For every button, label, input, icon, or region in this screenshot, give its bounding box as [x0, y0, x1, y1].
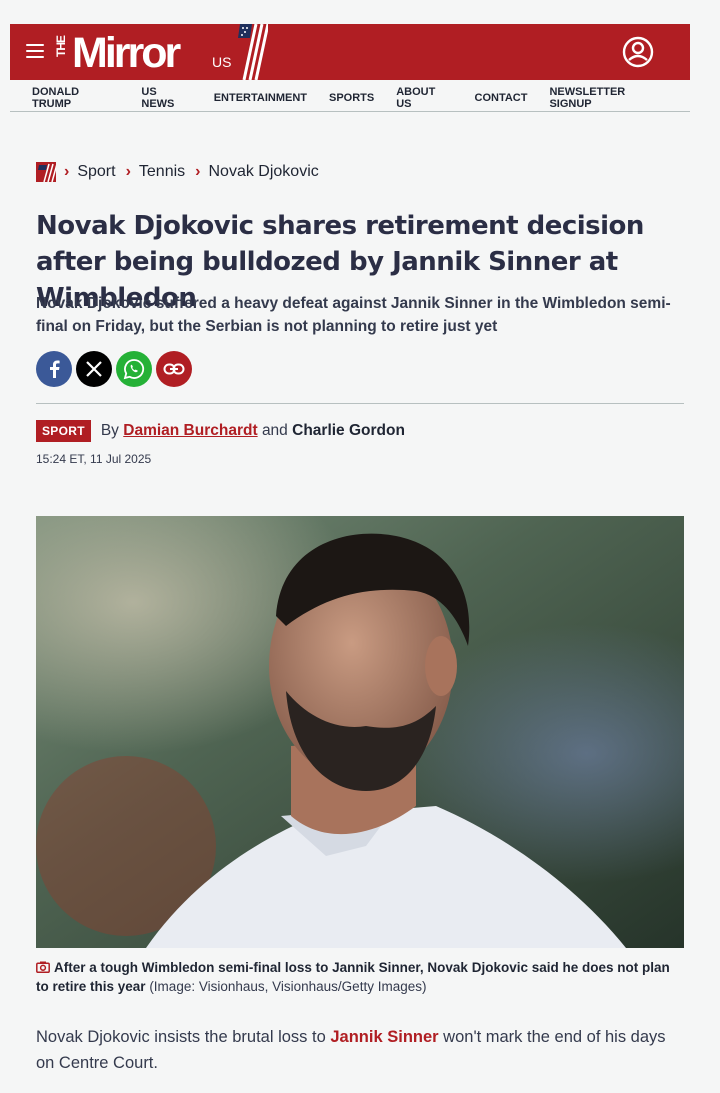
article-paragraph: Novak Djokovic insists the brutal loss t…	[36, 1024, 684, 1076]
link-icon	[163, 363, 185, 375]
paragraph-text-before: Novak Djokovic insists the brutal loss t…	[36, 1028, 326, 1046]
nav-item-sports[interactable]: SPORTS	[329, 92, 374, 104]
share-copy-link-button[interactable]	[156, 351, 192, 387]
masthead: THE Mirror US	[10, 24, 690, 80]
nav-item-donald-trump[interactable]: DONALD TRUMP	[32, 86, 119, 110]
hero-caption: After a tough Wimbledon semi-final loss …	[36, 958, 684, 996]
article-timestamp: 15:24 ET, 11 Jul 2025	[36, 452, 152, 466]
byline-divider	[36, 403, 684, 404]
breadcrumb-tennis[interactable]: Tennis	[139, 163, 185, 181]
share-whatsapp-button[interactable]	[116, 351, 152, 387]
logo-wordmark: Mirror	[72, 29, 181, 77]
mirror-home-icon[interactable]	[36, 162, 56, 182]
chevron-right-icon: ›	[195, 163, 201, 180]
share-bar	[36, 351, 196, 387]
facebook-icon	[50, 360, 60, 378]
breadcrumb-sport[interactable]: Sport	[77, 163, 115, 181]
nav-item-contact[interactable]: CONTACT	[475, 92, 528, 104]
hamburger-icon[interactable]	[26, 44, 44, 58]
nav-item-entertainment[interactable]: ENTERTAINMENT	[214, 92, 307, 104]
nav-item-newsletter-signup[interactable]: NEWSLETTER SIGNUP	[549, 86, 668, 110]
article-standfirst: Novak Djokovic suffered a heavy defeat a…	[36, 295, 671, 335]
top-navigation: DONALD TRUMP US NEWS ENTERTAINMENT SPORT…	[10, 84, 690, 112]
hero-photo-djokovic	[36, 516, 684, 948]
x-icon	[86, 361, 102, 377]
byline: SPORT By Damian Burchardt and Charlie Go…	[36, 420, 405, 442]
share-x-button[interactable]	[76, 351, 112, 387]
chevron-right-icon: ›	[125, 163, 131, 180]
logo-the: THE	[54, 36, 68, 57]
byline-and: and	[261, 422, 288, 439]
nav-item-us-news[interactable]: US NEWS	[141, 86, 191, 110]
author-link-damian-burchardt[interactable]: Damian Burchardt	[123, 422, 257, 440]
author-charlie-gordon: Charlie Gordon	[292, 422, 405, 439]
user-account-icon[interactable]	[622, 36, 654, 68]
link-jannik-sinner[interactable]: Jannik Sinner	[330, 1028, 438, 1046]
logo-suffix: US	[212, 54, 232, 70]
hero-image[interactable]	[36, 516, 684, 948]
nav-item-about-us[interactable]: ABOUT US	[396, 86, 452, 110]
chevron-right-icon: ›	[64, 163, 70, 180]
byline-prefix: By	[100, 422, 119, 439]
us-flag-stripes-icon	[238, 24, 268, 80]
breadcrumb: › Sport › Tennis › Novak Djokovic	[36, 162, 329, 182]
section-badge[interactable]: SPORT	[36, 420, 91, 442]
site-logo[interactable]: THE Mirror US	[54, 24, 274, 80]
caption-credit: (Image: Visionhaus, Visionhaus/Getty Ima…	[149, 979, 427, 994]
share-facebook-button[interactable]	[36, 351, 72, 387]
camera-icon	[36, 961, 50, 973]
breadcrumb-novak-djokovic[interactable]: Novak Djokovic	[208, 163, 318, 181]
whatsapp-icon	[123, 359, 145, 380]
